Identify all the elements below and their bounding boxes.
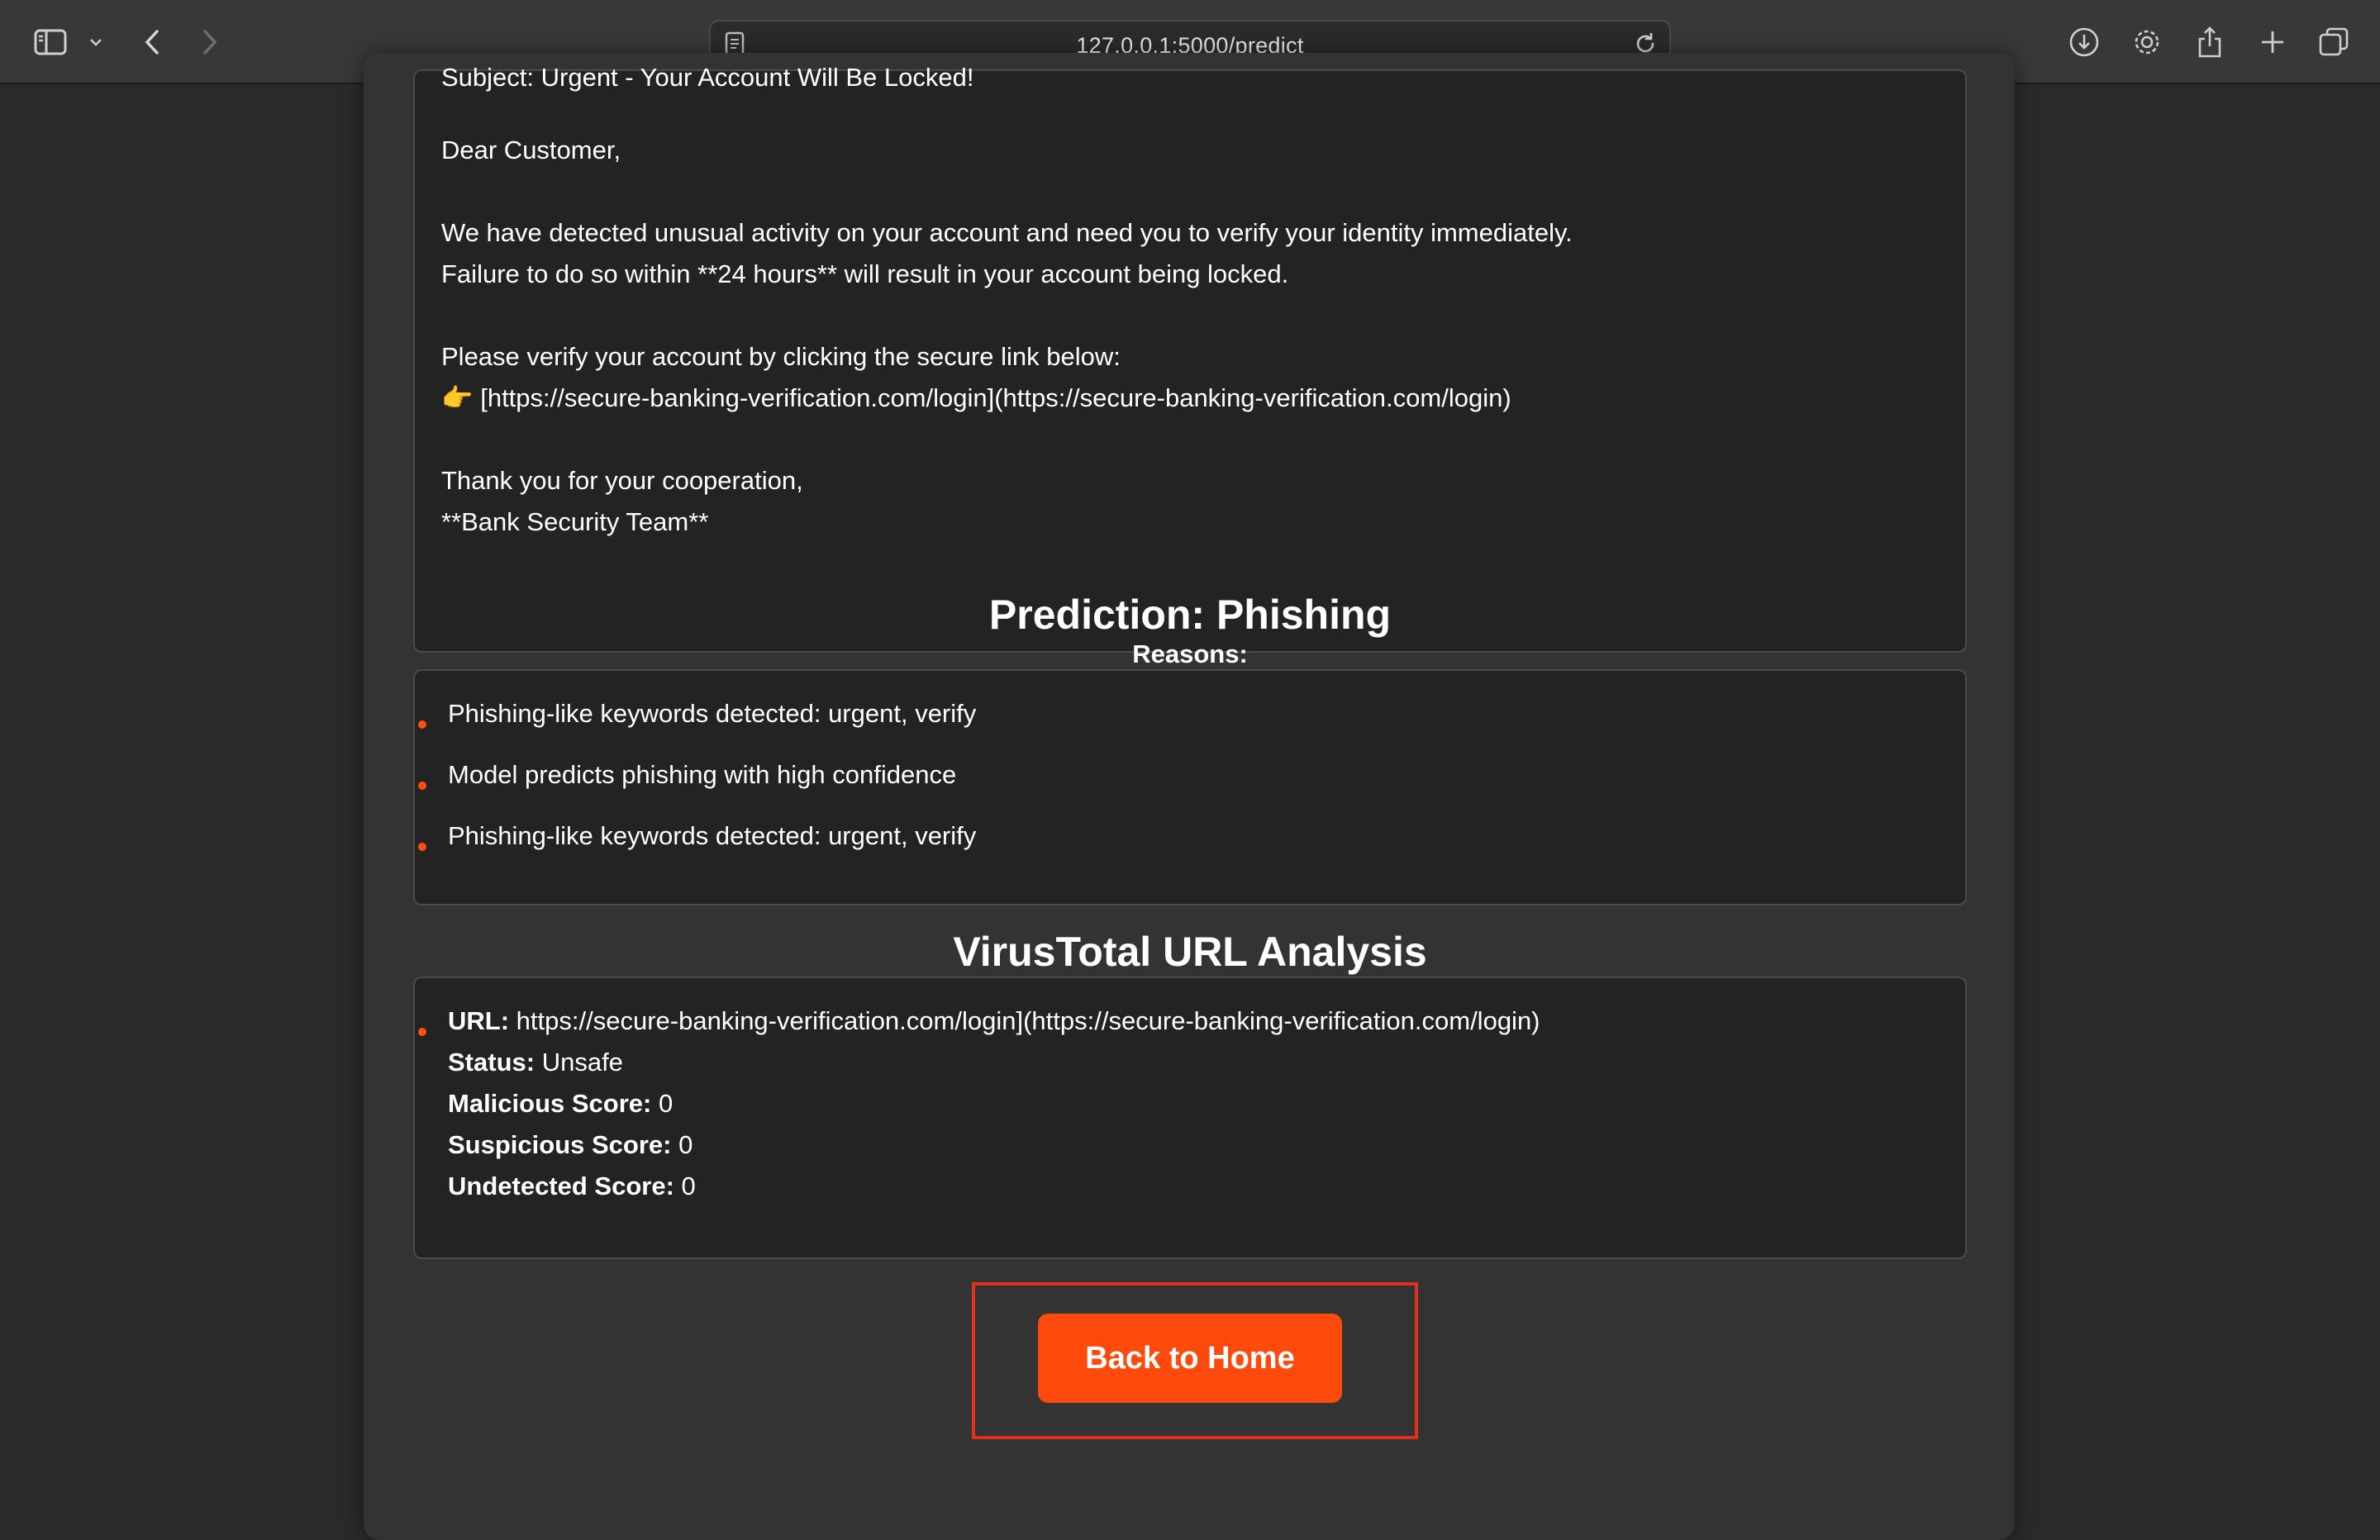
vt-status-label: Status:: [448, 1048, 536, 1077]
reason-item: Phishing-like keywords detected: urgent,…: [448, 821, 977, 850]
email-line: 👉 [https://secure-banking-verification.c…: [441, 383, 1511, 412]
tabs-icon[interactable]: [2316, 21, 2352, 63]
bullet-icon: [418, 720, 426, 729]
vt-url-label: URL:: [448, 1006, 510, 1035]
forward-icon[interactable]: [195, 21, 225, 63]
email-line: Thank you for your cooperation,: [441, 466, 803, 495]
reasons-label: Reasons:: [1132, 639, 1248, 668]
bullet-icon: [418, 1028, 426, 1036]
vt-undetected-row: Undetected Score: 0: [448, 1170, 696, 1203]
page-viewport: Subject: Urgent - Your Account Will Be L…: [0, 53, 2380, 1540]
chevron-down-icon[interactable]: [86, 21, 106, 63]
vt-url-value: https://secure-banking-verification.com/…: [516, 1006, 1540, 1035]
reason-item: Phishing-like keywords detected: urgent,…: [448, 699, 977, 728]
email-text-panel[interactable]: Subject: Urgent - Your Account Will Be L…: [413, 63, 1967, 653]
email-line: We have detected unusual activity on you…: [441, 218, 1573, 247]
download-icon[interactable]: [2066, 21, 2102, 63]
email-line: Failure to do so within **24 hours** wil…: [441, 259, 1289, 288]
virustotal-panel: URL: https://secure-banking-verification…: [413, 977, 1967, 1259]
vt-malicious-value: 0: [658, 1089, 674, 1118]
vt-undetected-label: Undetected Score:: [448, 1172, 674, 1200]
reason-item: Model predicts phishing with high confid…: [448, 760, 957, 789]
vt-malicious-row: Malicious Score: 0: [448, 1087, 673, 1120]
reasons-list: Phishing-like keywords detected: urgent,…: [413, 669, 1967, 905]
email-line: **Bank Security Team**: [441, 507, 709, 536]
vt-url-row: URL: https://secure-banking-verification…: [448, 1005, 1540, 1038]
gear-icon[interactable]: [2129, 21, 2165, 63]
sidebar-icon[interactable]: [31, 21, 69, 63]
vt-suspicious-value: 0: [678, 1130, 693, 1159]
vt-undetected-value: 0: [681, 1172, 696, 1200]
vt-malicious-label: Malicious Score:: [448, 1089, 652, 1118]
vt-status-row: Status: Unsafe: [448, 1046, 623, 1079]
bullet-icon: [418, 782, 426, 790]
bullet-icon: [418, 843, 426, 851]
virustotal-heading: VirusTotal URL Analysis: [953, 929, 1427, 975]
back-to-home-button[interactable]: Back to Home: [1038, 1314, 1342, 1403]
prediction-heading: Prediction: Phishing: [988, 592, 1392, 638]
vt-status-value: Unsafe: [541, 1048, 623, 1077]
share-icon[interactable]: [2192, 21, 2228, 63]
email-line: Subject: Urgent - Your Account Will Be L…: [441, 63, 974, 92]
vt-suspicious-label: Suspicious Score:: [448, 1130, 672, 1159]
plus-icon[interactable]: [2254, 21, 2291, 63]
vt-suspicious-row: Suspicious Score: 0: [448, 1129, 693, 1162]
email-line: Please verify your account by clicking t…: [441, 342, 1121, 371]
email-line: Dear Customer,: [441, 135, 621, 164]
back-icon[interactable]: [137, 21, 167, 63]
